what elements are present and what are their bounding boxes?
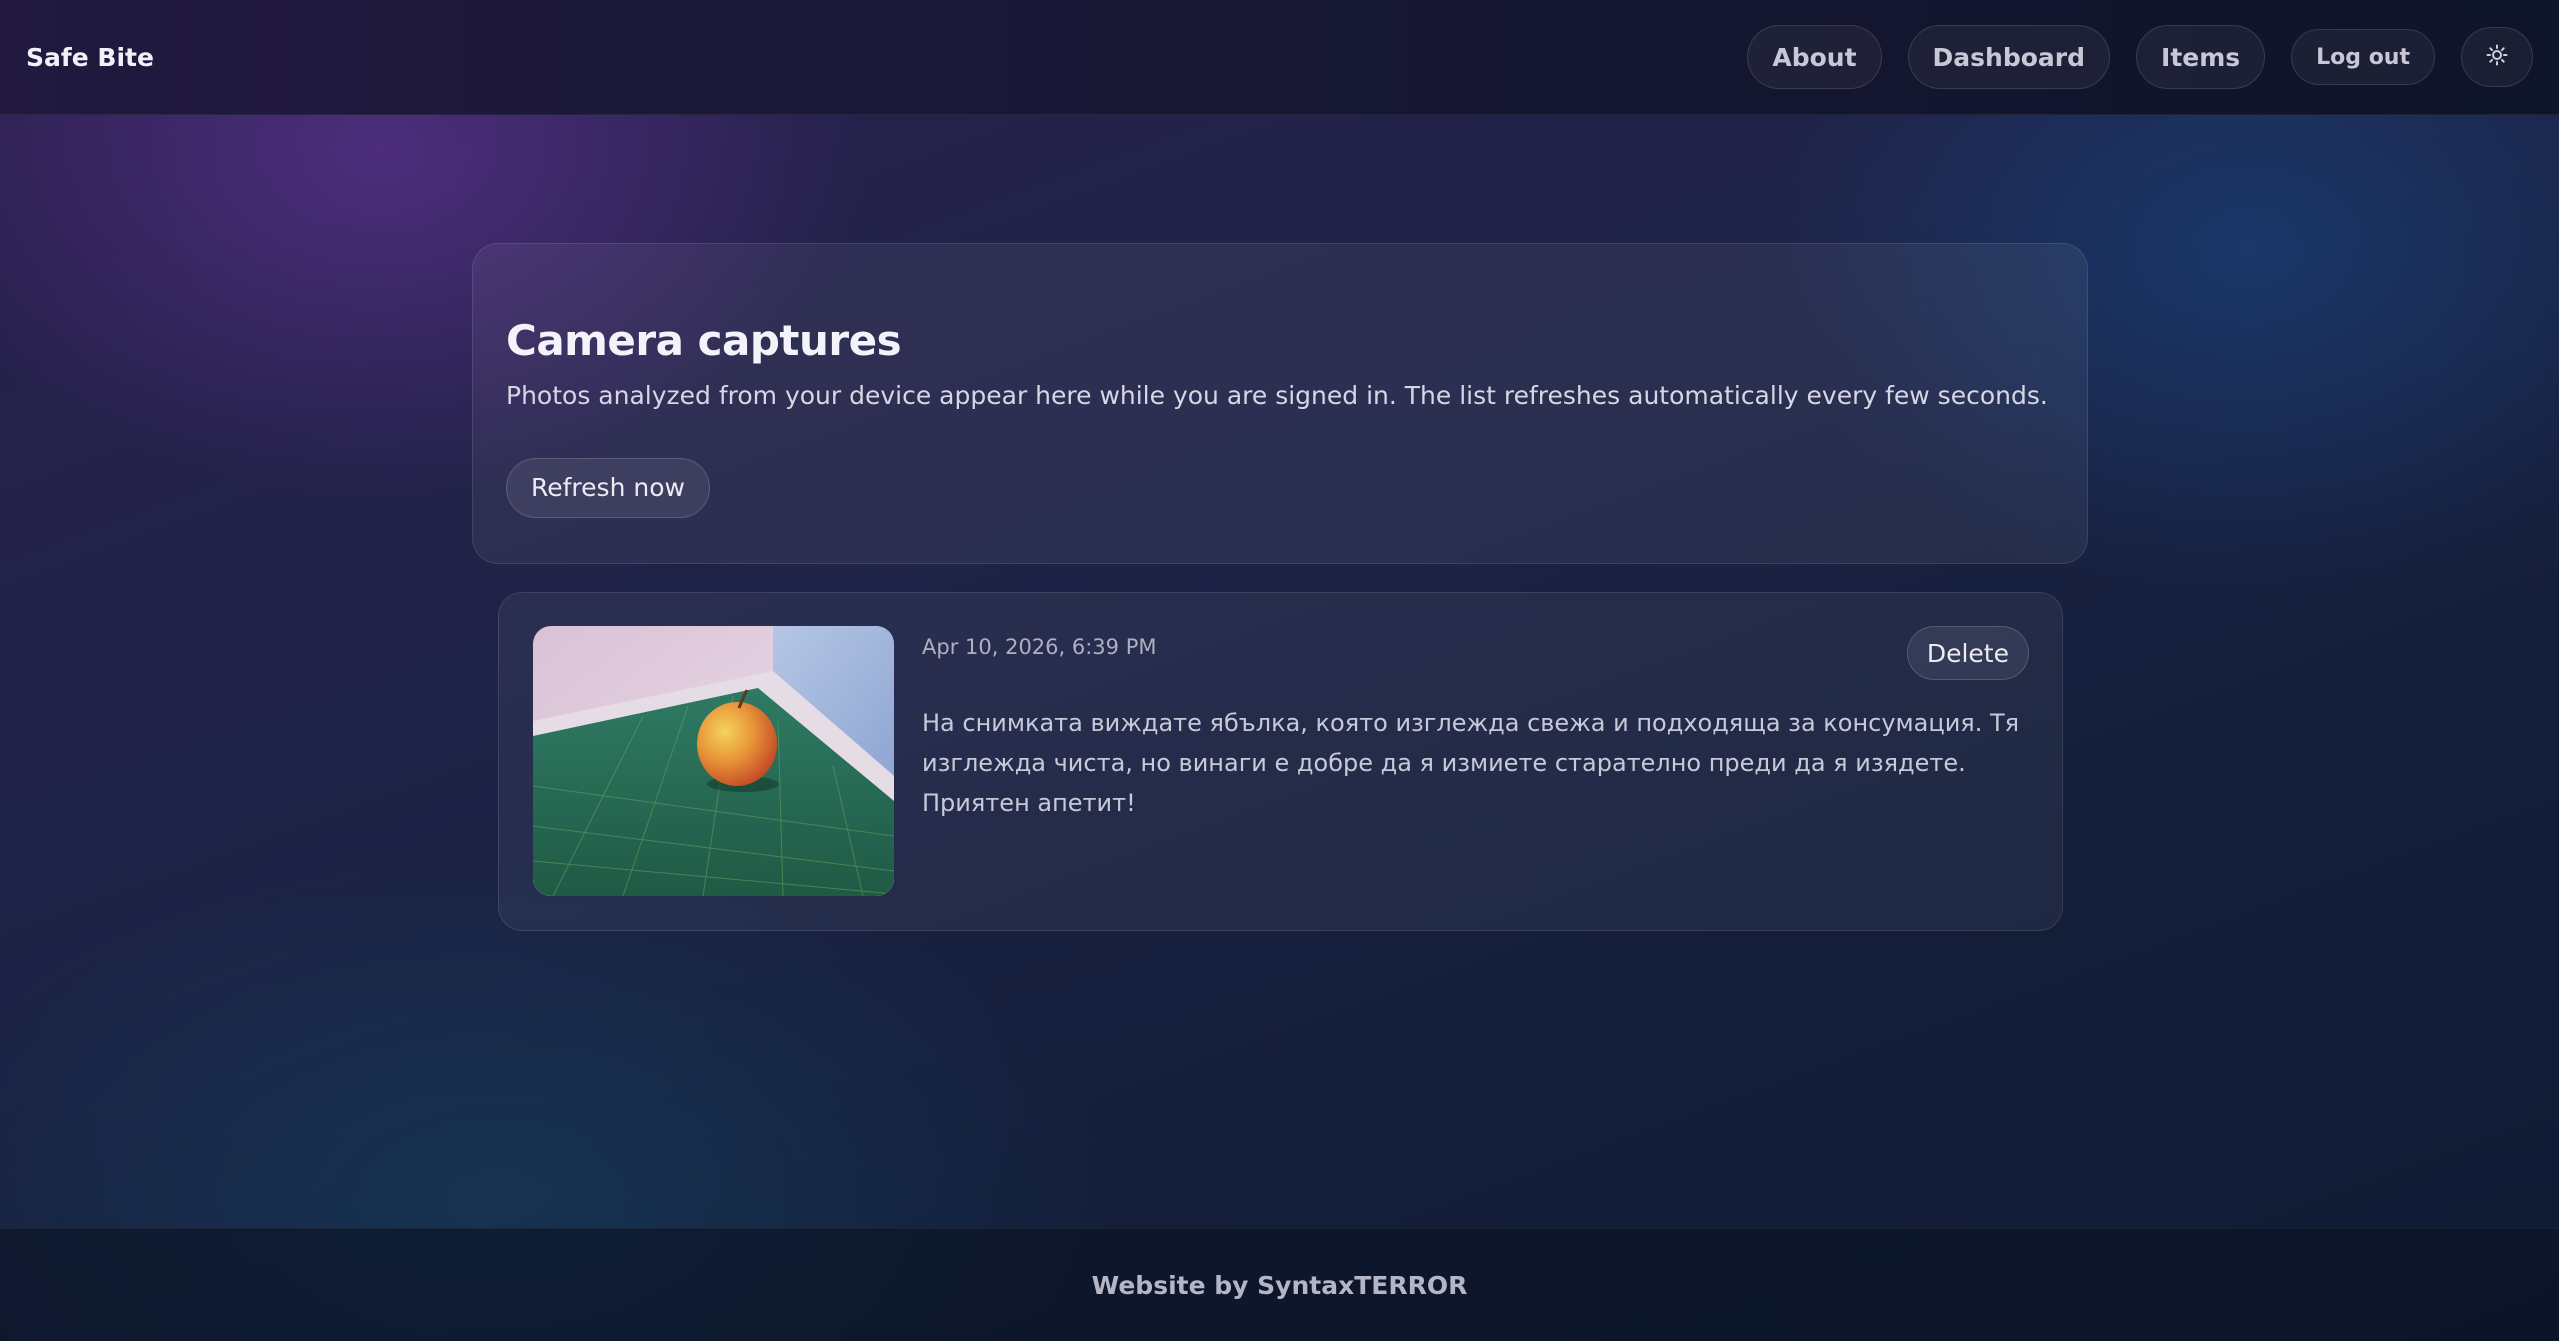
- camera-captures-panel: Camera captures Photos analyzed from you…: [472, 243, 2088, 564]
- nav-items-link[interactable]: Items: [2136, 25, 2266, 89]
- main-nav: About Dashboard Items Log out: [1747, 25, 2533, 89]
- nav-dashboard-link[interactable]: Dashboard: [1907, 25, 2111, 89]
- page-title: Camera captures: [506, 316, 902, 365]
- capture-card: Apr 10, 2026, 6:39 PM Delete На снимката…: [498, 592, 2063, 931]
- brand-logo[interactable]: Safe Bite: [26, 43, 154, 72]
- sun-icon: [2486, 44, 2508, 70]
- refresh-now-button[interactable]: Refresh now: [506, 457, 710, 518]
- capture-analysis-text: На снимката виждате ябълка, която изглеж…: [922, 709, 2020, 817]
- site-footer: Website by SyntaxTERROR: [0, 1228, 2559, 1341]
- capture-thumbnail[interactable]: [533, 626, 894, 896]
- footer-credit: Website by SyntaxTERROR: [1091, 1270, 1468, 1300]
- nav-about-link[interactable]: About: [1747, 25, 1882, 89]
- top-navbar: Safe Bite About Dashboard Items Log out: [0, 0, 2559, 115]
- theme-toggle-button[interactable]: [2461, 27, 2533, 87]
- capture-timestamp: Apr 10, 2026, 6:39 PM: [922, 635, 1157, 659]
- delete-capture-button[interactable]: Delete: [1906, 626, 2029, 680]
- page-description: Photos analyzed from your device appear …: [506, 381, 2048, 411]
- logout-button[interactable]: Log out: [2291, 29, 2435, 85]
